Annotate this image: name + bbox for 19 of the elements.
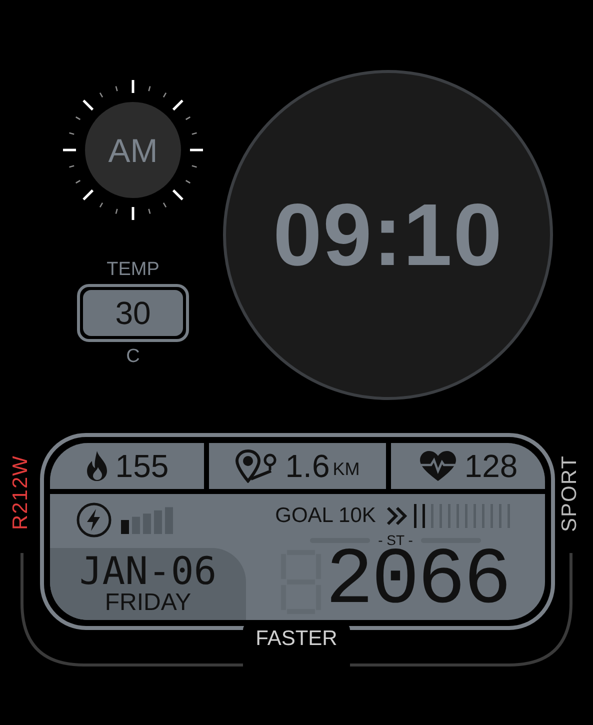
time-display: 09:10 [272,184,504,286]
stat-value: 128 [464,448,518,484]
stat-unit: KM [332,459,360,480]
goal-label: GOAL 10K [275,504,376,528]
steps-label: - ST - [378,532,413,548]
am-pm-indicator: AM [108,132,158,169]
stat-value: 1.6 [285,448,330,484]
charging-bolt-icon [76,502,112,538]
stat-value: 155 [115,448,169,484]
flame-icon [85,450,110,482]
heart-pulse-icon [418,450,458,482]
temp-label: TEMP [106,259,160,281]
date-text: JAN-06 [79,552,217,590]
weekday-text: FRIDAY [104,590,192,616]
temp-unit: C [126,346,140,368]
step-count: 2066 [325,546,510,618]
mode-label: SPORT [558,455,582,532]
temp-value: 30 [83,290,183,336]
model-label: R212W [9,455,33,530]
